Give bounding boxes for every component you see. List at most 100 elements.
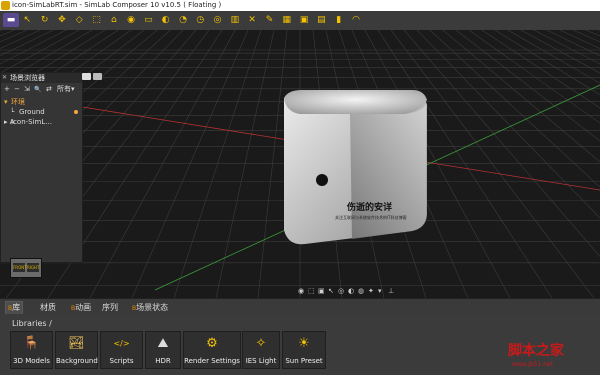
- library-render-settings[interactable]: ⚙ Render Settings: [183, 331, 241, 369]
- filter-dropdown[interactable]: 所有▾: [57, 85, 75, 94]
- animation-icon[interactable]: ◔: [176, 13, 190, 27]
- scene-browser-header: ✕ 场景浏览器: [1, 73, 82, 83]
- add-icon[interactable]: +: [4, 85, 10, 94]
- tab-0[interactable]: B库: [5, 301, 24, 314]
- panel-extra-icons: [82, 73, 104, 81]
- site-watermark-url: www.jb51.net: [512, 361, 553, 368]
- tab-4[interactable]: B场景状态: [130, 302, 170, 314]
- lock-icon[interactable]: [74, 110, 78, 114]
- clock-icon[interactable]: ◷: [193, 13, 207, 27]
- library-label: HDR: [155, 357, 171, 365]
- tab-label: 动画: [75, 303, 92, 312]
- library-scripts[interactable]: </> Scripts: [100, 331, 143, 369]
- screenshot-icon[interactable]: [93, 73, 102, 80]
- libraries-breadcrumb: Libraries /: [12, 319, 52, 328]
- ies-light-icon: ✧: [255, 335, 267, 351]
- library-3d-models[interactable]: 🪑 3D Models: [10, 331, 53, 369]
- watermark-subtitle: 关注互联网与系统软件技术的IT科技博客: [335, 215, 407, 220]
- search-icon[interactable]: 🔍: [34, 85, 41, 94]
- viewport-tool-icon[interactable]: ▾: [378, 287, 382, 295]
- landscape-icon: 🏞: [68, 335, 85, 351]
- tab-1[interactable]: 材质: [38, 302, 58, 314]
- viewport-tool-icon[interactable]: ◉: [298, 287, 304, 295]
- scene-tree-label: Ground: [19, 108, 45, 116]
- rotate-tool-icon[interactable]: ↻: [38, 13, 52, 27]
- render-icon[interactable]: ◐: [159, 13, 173, 27]
- navigation-cube[interactable]: FRONT RIGHT: [10, 258, 42, 278]
- select-tool-icon[interactable]: ↖: [20, 13, 34, 27]
- tab-3[interactable]: 序列: [100, 302, 120, 314]
- viewport-tool-icon[interactable]: ▣: [318, 287, 325, 295]
- viewport-tool-icon[interactable]: ↖: [328, 287, 334, 295]
- nav-cube-front[interactable]: FRONT: [13, 263, 27, 272]
- tree-expander-icon[interactable]: ▾: [4, 97, 8, 107]
- viewport-tool-icon[interactable]: ◎: [338, 287, 344, 295]
- light-icon[interactable]: ◉: [124, 13, 138, 27]
- remove-icon[interactable]: −: [14, 85, 20, 94]
- main-toolbar: ▬ ↖ ↻ ✥ ◇ ⬚ ⌂ ◉ ▭ ◐ ◔ ◷ ◎ ▥ ✕ ✎ ▦ ▣ ▤ ▮ ◠: [0, 11, 600, 31]
- library-background[interactable]: 🏞 Background: [55, 331, 98, 369]
- layers-icon[interactable]: ▥: [228, 13, 242, 27]
- library-label: IES Light: [245, 357, 277, 365]
- watermark-title: 伤逝的安详: [347, 203, 393, 213]
- bounding-box-icon[interactable]: ⬚: [90, 13, 104, 27]
- scene-tree-label: Icon-SimL...: [11, 118, 52, 126]
- window-title: icon-SimLabRT.sim - SimLab Composer 10 v…: [12, 1, 222, 9]
- library-label: 3D Models: [13, 357, 50, 365]
- scene-mode-icon[interactable]: ▬: [3, 13, 19, 27]
- site-watermark-text: 脚本之家: [508, 343, 564, 359]
- rounded-cube[interactable]: [284, 90, 427, 245]
- snapshot-icon[interactable]: ▣: [297, 13, 311, 27]
- library-label: Scripts: [109, 357, 134, 365]
- headset-icon[interactable]: ◠: [349, 13, 363, 27]
- tools-icon[interactable]: ✕: [245, 13, 259, 27]
- viewport-tool-icon[interactable]: ◍: [358, 287, 364, 295]
- nav-cube-right[interactable]: RIGHT: [27, 263, 40, 272]
- vr-icon[interactable]: ▮: [332, 13, 346, 27]
- bottom-tab-bar: B库 材质 B动画 序列 B场景状态: [0, 298, 600, 316]
- scene-tree: ▾ 环境 └ Ground ▸ A Icon-SimL...: [1, 97, 82, 127]
- scene-tree-item[interactable]: ▾ 环境: [1, 97, 82, 107]
- camera-view-icon[interactable]: [82, 73, 91, 80]
- measure-icon[interactable]: ✎: [263, 13, 277, 27]
- scene-tree-item[interactable]: ▸ A Icon-SimL...: [1, 117, 82, 127]
- grid-icon[interactable]: ▦: [280, 13, 294, 27]
- refresh-icon[interactable]: ⇄: [46, 85, 52, 94]
- viewport-grid: [0, 30, 600, 298]
- expand-icon[interactable]: ⇲: [24, 85, 30, 94]
- library-sun-preset[interactable]: ☀ Sun Preset: [282, 331, 326, 369]
- 3d-viewport[interactable]: 伤逝的安详 关注互联网与系统软件技术的IT科技博客: [0, 30, 600, 298]
- library-label: Sun Preset: [285, 357, 323, 365]
- library-ies-light[interactable]: ✧ IES Light: [242, 331, 280, 369]
- scene-browser-panel: ✕ 场景浏览器 + − ⇲ 🔍 ⇄ 所有▾ ▾ 环境 └ Ground ▸ A Icon-…: [0, 72, 83, 263]
- sequence-icon[interactable]: ▤: [314, 13, 328, 27]
- camera-icon[interactable]: ⌂: [107, 13, 121, 27]
- tab-2[interactable]: B动画: [69, 302, 93, 314]
- viewport-tool-icon[interactable]: ✦: [368, 287, 374, 295]
- plane-icon[interactable]: ▭: [141, 13, 155, 27]
- library-label: Background: [56, 357, 98, 365]
- viewport-tool-icon[interactable]: ⬚: [308, 287, 315, 295]
- viewport-tool-icon[interactable]: ◐: [348, 287, 354, 295]
- sun-icon: ☀: [298, 335, 310, 351]
- panel-close-icon[interactable]: ✕: [2, 75, 8, 81]
- tree-expander-icon[interactable]: └: [10, 107, 14, 117]
- scene-tree-label: 环境: [11, 98, 25, 106]
- scene-tree-item[interactable]: └ Ground: [1, 107, 82, 117]
- window-title-bar: icon-SimLabRT.sim - SimLab Composer 10 v…: [0, 0, 600, 11]
- gear-icon: ⚙: [206, 335, 218, 351]
- settings-icon[interactable]: ◎: [211, 13, 225, 27]
- library-hdr[interactable]: ⛰ HDR: [145, 331, 181, 369]
- scene-browser-title: 场景浏览器: [10, 74, 45, 82]
- chair-icon: 🪑: [23, 335, 40, 351]
- tab-label: 材质: [40, 303, 56, 312]
- library-label: Render Settings: [184, 357, 240, 365]
- scale-tool-icon[interactable]: ◇: [72, 13, 86, 27]
- scene-browser-tools: + − ⇲ 🔍 ⇄ 所有▾: [1, 84, 82, 95]
- move-tool-icon[interactable]: ✥: [55, 13, 69, 27]
- viewport-tool-icon[interactable]: ⊥: [388, 287, 394, 295]
- watermark-logo: [316, 174, 328, 186]
- simlab-app-icon: [1, 1, 10, 10]
- tab-label: 场景状态: [136, 303, 169, 312]
- tab-label: 序列: [102, 303, 118, 312]
